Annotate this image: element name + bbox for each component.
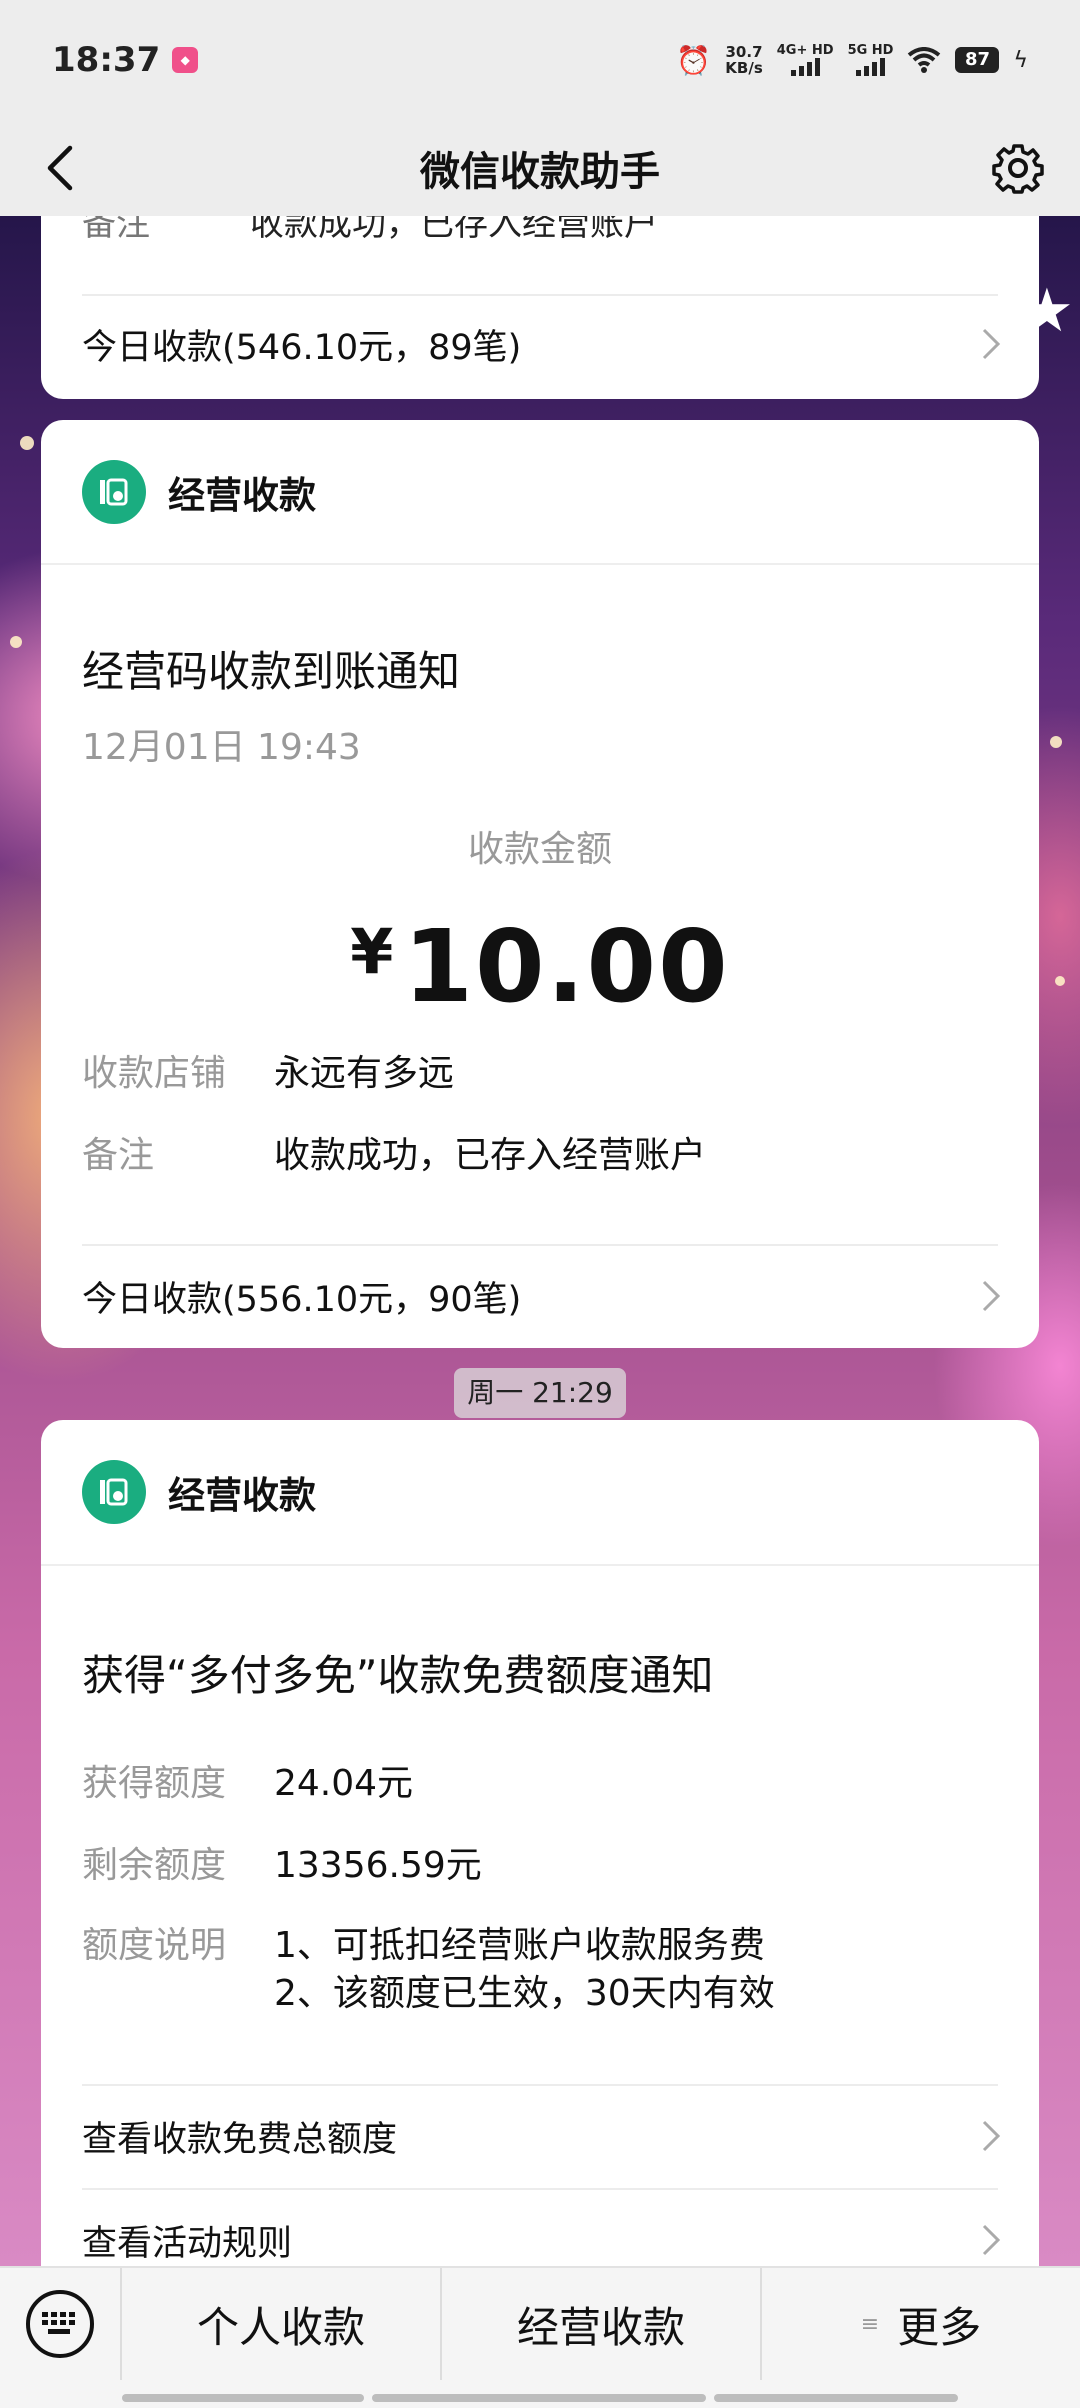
light-decoration [1055,976,1065,986]
alarm-icon: ⏰ [676,43,712,77]
divider [41,1564,1039,1566]
menu-more-label: 更多 [897,2302,982,2352]
keyboard-icon [26,2290,94,2358]
status-time: 18:37 [52,40,161,80]
charging-icon: ϟ [1013,47,1028,73]
quota-gained-value: 24.04元 [274,1763,414,1804]
view-total-quota-link[interactable]: 查看收款免费总额度 [82,2106,1003,2166]
quota-gained-row: 获得额度 24.04元 [82,1760,413,1808]
amount-value: ¥10.00 [41,908,1039,1025]
store-value: 永远有多远 [274,1053,455,1094]
network-speed-unit: KB/s [725,59,763,77]
quota-description-line-1: 1、可抵扣经营账户收款服务费 [274,1925,765,1966]
submenu-icon: ≡ [860,2311,880,2337]
divider [82,294,998,296]
partial-remark-value: 收款成功，已存入经营账户 [250,216,658,244]
message-card-payment: 经营收款 经营码收款到账通知 12月01日 19:43 收款金额 ¥10.00 … [41,420,1039,1348]
notification-app-icon: ◆ [172,47,199,73]
page-title: 微信收款助手 [420,149,660,195]
quota-remaining-row: 剩余额度 13356.59元 [82,1842,482,1890]
navigation-bar: 微信收款助手 [0,120,1080,216]
card-header: 经营收款 [82,1460,316,1524]
menu-business-payment[interactable]: 经营收款 [442,2268,762,2380]
quota-remaining-key: 剩余额度 [82,1845,227,1886]
bottom-menu-bar: 个人收款 经营收款 ≡ 更多 [0,2266,1080,2408]
divider [82,1244,998,1246]
store-key: 收款店铺 [82,1053,227,1094]
light-decoration [10,636,22,648]
view-rules-label: 查看活动规则 [82,2223,293,2264]
network-speed-value: 30.7 [725,43,763,61]
chevron-right-icon [982,2224,1001,2256]
quota-description-key: 额度说明 [82,1925,227,1966]
home-indicator [372,2394,706,2402]
status-icons: ⏰ 30.7 KB/s 4G+ HD 5G HD 87 ϟ [676,44,1028,77]
back-arrow-icon[interactable] [40,142,90,194]
signal-1: 4G+ HD [777,44,834,76]
quota-description-row: 额度说明 1、可抵扣经营账户收款服务费 2、该额度已生效，30天内有效 [82,1922,775,2018]
quota-description-line-2: 2、该额度已生效，30天内有效 [274,1973,775,2014]
today-income-label: 今日收款(556.10元，90笔) [82,1279,522,1320]
currency-symbol: ¥ [350,915,394,988]
view-total-quota-label: 查看收款免费总额度 [82,2119,398,2160]
notice-title: 获得“多付多免”收款免费额度通知 [82,1651,714,1700]
view-rules-link[interactable]: 查看活动规则 [82,2210,1003,2270]
store-row: 收款店铺 永远有多远 [82,1050,454,1098]
signal-2: 5G HD [847,43,894,76]
network-speed: 30.7 KB/s [725,44,762,76]
amount-number: 10.00 [403,908,730,1025]
settings-gear-icon[interactable] [992,142,1044,194]
keyboard-toggle-button[interactable] [0,2268,122,2380]
card-header: 经营收款 [82,460,316,524]
partial-remark-row: 备注 收款成功，已存入经营账户 [82,216,658,245]
home-indicator [122,2394,364,2402]
message-timestamp: 周一 21:29 [454,1368,626,1418]
message-card-quota: 经营收款 获得“多付多免”收款免费额度通知 获得额度 24.04元 剩余额度 1… [41,1420,1039,2300]
menu-personal-payment[interactable]: 个人收款 [122,2268,442,2380]
home-indicator [714,2394,958,2402]
status-bar: 18:37 ◆ ⏰ 30.7 KB/s 4G+ HD 5G HD 87 ϟ [0,0,1080,120]
divider [82,2084,998,2086]
quota-description-value: 1、可抵扣经营账户收款服务费 2、该额度已生效，30天内有效 [274,1922,775,2018]
today-income-label: 今日收款(546.10元，89笔) [82,327,522,368]
menu-more[interactable]: ≡ 更多 [762,2268,1080,2380]
wifi-icon [908,47,941,73]
notice-date: 12月01日 19:43 [82,727,361,768]
menu-personal-payment-label: 个人收款 [196,2302,365,2352]
brand-name: 经营收款 [168,474,316,517]
remark-key: 备注 [82,1135,155,1176]
signal-bars-icon [790,58,820,76]
quota-remaining-value: 13356.59元 [274,1845,482,1886]
message-card-previous: 备注 收款成功，已存入经营账户 今日收款(546.10元，89笔) [41,216,1039,399]
brand-name: 经营收款 [168,1474,316,1517]
signal-2-label: 5G HD [847,43,894,58]
divider [41,563,1039,565]
menu-business-payment-label: 经营收款 [516,2302,685,2352]
today-income-link[interactable]: 今日收款(546.10元，89笔) [82,314,1003,374]
signal-1-label: 4G+ HD [776,43,834,58]
quota-gained-key: 获得额度 [82,1763,227,1804]
light-decoration [1050,736,1062,748]
wechat-pay-business-icon [82,460,146,524]
amount-label: 收款金额 [467,829,612,870]
chevron-right-icon [982,328,1001,360]
chevron-right-icon [982,2120,1001,2152]
divider [82,2188,998,2190]
remark-row: 备注 收款成功，已存入经营账户 [82,1132,706,1180]
signal-bars-icon [856,58,886,76]
remark-value: 收款成功，已存入经营账户 [274,1135,707,1176]
today-income-link[interactable]: 今日收款(556.10元，90笔) [82,1266,1003,1326]
light-decoration [20,436,34,450]
partial-remark-key: 备注 [82,216,150,244]
chevron-right-icon [982,1280,1001,1312]
battery-level: 87 [955,47,1000,73]
notice-title: 经营码收款到账通知 [82,647,461,696]
wechat-pay-business-icon [82,1460,146,1524]
